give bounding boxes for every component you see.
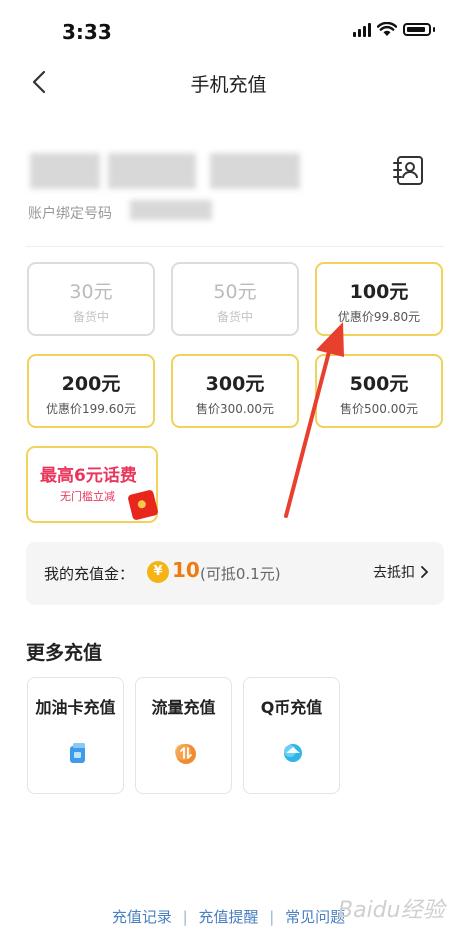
recharge-option-200[interactable]: 200元 优惠价199.60元 bbox=[27, 354, 155, 428]
status-icons bbox=[353, 22, 435, 37]
phone-number-blurred bbox=[108, 153, 196, 189]
promo-coupon-card[interactable]: 最高6元话费 无门槛立减 bbox=[26, 446, 159, 523]
battery-icon bbox=[403, 23, 431, 36]
option-note: 优惠价199.60元 bbox=[46, 402, 136, 416]
option-amount: 50元 bbox=[213, 281, 257, 303]
page-title: 手机充值 bbox=[190, 74, 267, 96]
gold-amount: 10 bbox=[172, 558, 200, 582]
gold-note: (可抵0.1元) bbox=[200, 565, 281, 583]
gold-label: 我的充值金： bbox=[44, 565, 135, 583]
option-amount: 200元 bbox=[61, 373, 121, 395]
contact-book-icon[interactable] bbox=[390, 152, 426, 188]
service-label: Q币充值 bbox=[260, 698, 323, 717]
divider bbox=[26, 246, 444, 247]
binding-number-blurred bbox=[130, 200, 212, 220]
recharge-reminder-link[interactable]: 充值提醒 bbox=[198, 908, 258, 926]
chevron-right-icon bbox=[421, 566, 429, 578]
option-note: 备货中 bbox=[72, 310, 109, 324]
footer-separator: | bbox=[182, 908, 188, 926]
phone-number-blurred bbox=[210, 153, 300, 189]
service-q-coin[interactable]: Q币充值 bbox=[243, 677, 340, 794]
battery-tip bbox=[433, 27, 435, 32]
footer-separator: | bbox=[269, 908, 275, 926]
promo-subtitle: 无门槛立减 bbox=[60, 490, 115, 503]
fuel-card-icon bbox=[70, 743, 85, 763]
account-binding-label: 账户绑定号码 bbox=[28, 206, 112, 222]
status-time: 3:33 bbox=[62, 20, 112, 44]
baidu-watermark: Baidu经验 bbox=[338, 898, 445, 923]
deduct-label: 去抵扣 bbox=[373, 565, 415, 581]
service-label: 加油卡充值 bbox=[35, 698, 116, 717]
q-coin-icon bbox=[284, 744, 302, 762]
recharge-option-30: 30元 备货中 bbox=[27, 262, 155, 336]
annotation-arrow-icon bbox=[284, 322, 344, 518]
service-fuel-card[interactable]: 加油卡充值 bbox=[27, 677, 124, 794]
coin-icon: ¥ bbox=[147, 561, 169, 583]
cellular-signal-icon bbox=[353, 22, 371, 37]
option-amount: 100元 bbox=[349, 281, 409, 303]
deduct-link[interactable]: 去抵扣 bbox=[373, 562, 430, 582]
red-envelope-icon bbox=[127, 489, 159, 521]
phone-number-blurred bbox=[30, 153, 100, 189]
data-traffic-icon bbox=[175, 744, 196, 764]
more-recharge-title: 更多充值 bbox=[26, 642, 103, 664]
promo-title: 最高6元话费 bbox=[40, 466, 137, 486]
service-data-traffic[interactable]: 流量充值 bbox=[135, 677, 232, 794]
service-label: 流量充值 bbox=[151, 698, 216, 717]
wifi-icon bbox=[377, 22, 397, 36]
recharge-history-link[interactable]: 充值记录 bbox=[112, 908, 172, 926]
faq-link[interactable]: 常见问题 bbox=[285, 908, 345, 926]
recharge-gold-bar: 我的充值金： ¥ 10 (可抵0.1元) 去抵扣 bbox=[26, 542, 444, 605]
option-amount: 30元 bbox=[69, 281, 113, 303]
